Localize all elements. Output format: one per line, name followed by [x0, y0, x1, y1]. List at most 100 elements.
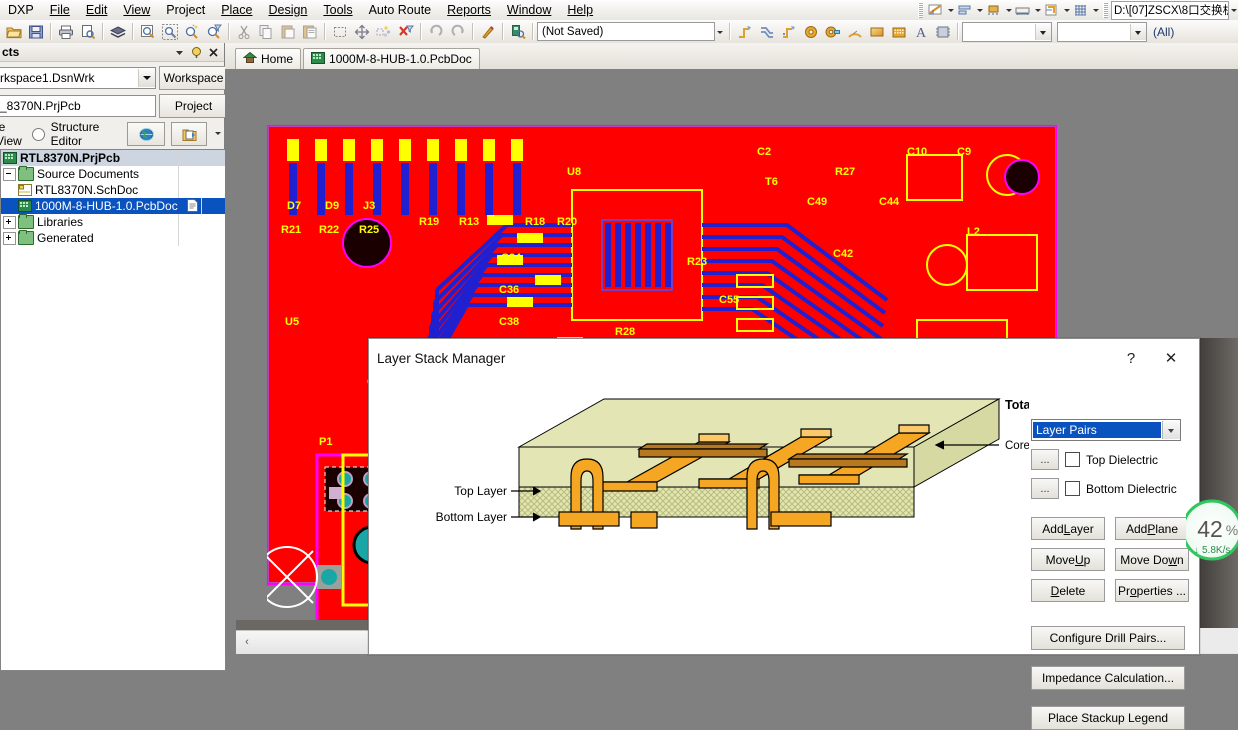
open-project-icon[interactable] — [171, 122, 207, 146]
structure-editor-label[interactable]: Structure Editor — [51, 120, 115, 148]
file-view-label[interactable]: le View — [0, 120, 26, 148]
tree-item-pcbdoc[interactable]: 1000M-8-HUB-1.0.PcbDoc — [1, 198, 225, 214]
expander-minus-icon[interactable] — [3, 167, 16, 181]
properties-button[interactable]: Pr o perties ... — [1115, 579, 1189, 602]
menu-item-help[interactable]: Help — [559, 1, 601, 19]
paste-special-icon[interactable] — [299, 21, 321, 42]
delete-button[interactable]: Delete — [1031, 579, 1105, 602]
menu-item-design[interactable]: Design — [260, 1, 315, 19]
component-body-icon[interactable] — [932, 21, 954, 42]
string-icon[interactable]: A — [910, 21, 932, 42]
route-multiple-icon[interactable] — [778, 21, 800, 42]
saved-state-field[interactable]: (Not Saved) — [537, 22, 715, 41]
deselect-icon[interactable] — [373, 21, 395, 42]
help-icon[interactable]: ? — [1121, 350, 1141, 367]
print-preview-icon[interactable] — [77, 21, 99, 42]
layers-icon[interactable] — [107, 21, 129, 42]
bottom-dielectric-checkbox[interactable] — [1065, 481, 1080, 496]
pin-icon[interactable] — [190, 46, 203, 59]
stack-mode-combo[interactable]: Layer Pairs — [1031, 419, 1181, 441]
arc-icon[interactable] — [844, 21, 866, 42]
board-shape-icon[interactable] — [1043, 2, 1061, 18]
menu-item-project[interactable]: Project — [158, 1, 213, 19]
align-dropdown-icon[interactable] — [975, 2, 984, 18]
tab-pcbdoc[interactable]: 1000M-8-HUB-1.0.PcbDoc — [303, 48, 480, 69]
undo-icon[interactable] — [425, 21, 447, 42]
tree-item-source-documents[interactable]: Source Documents — [1, 166, 225, 182]
align-icon[interactable] — [956, 2, 974, 18]
save-icon[interactable] — [25, 21, 47, 42]
menu-item-dxp[interactable]: DXP — [0, 1, 42, 19]
configure-drill-pairs-button[interactable]: Configure Drill Pairs... — [1031, 626, 1185, 650]
project-tree[interactable]: RTL8370N.PrjPcb Source Documents RTL8370… — [0, 149, 226, 306]
filter-combo-2-arrow-icon[interactable] — [1130, 23, 1146, 40]
measure-icon[interactable] — [927, 2, 945, 18]
pad-icon[interactable] — [800, 21, 822, 42]
tab-home[interactable]: Home — [235, 48, 302, 69]
toolbar-gripper-2[interactable] — [1103, 2, 1108, 18]
tree-item-project[interactable]: RTL8370N.PrjPcb — [1, 150, 225, 166]
open-project-dropdown-icon[interactable] — [213, 123, 224, 145]
component-icon[interactable] — [985, 2, 1003, 18]
menu-item-reports[interactable]: Reports — [439, 1, 499, 19]
measure-dropdown-icon[interactable] — [946, 2, 955, 18]
menu-item-auto-route[interactable]: Auto Route — [361, 1, 440, 19]
move-down-button[interactable]: Move Do w n — [1115, 548, 1189, 571]
polygon-pour-icon[interactable] — [888, 21, 910, 42]
add-plane-button[interactable]: Add Plane — [1115, 517, 1189, 540]
place-stackup-legend-button[interactable]: Place Stackup Legend — [1031, 706, 1185, 730]
chevron-down-icon[interactable] — [173, 46, 186, 59]
add-layer-button[interactable]: Add Layer — [1031, 517, 1105, 540]
top-dielectric-ellipsis-button[interactable]: ... — [1031, 449, 1059, 470]
grid-dropdown-icon[interactable] — [1091, 2, 1100, 18]
file-path-field[interactable]: D:\[07]ZSCX\8口交换机方案-RTLi — [1111, 0, 1229, 20]
print-icon[interactable] — [55, 21, 77, 42]
zoom-area-icon[interactable] — [137, 21, 159, 42]
dimension-dropdown-icon[interactable] — [1033, 2, 1042, 18]
impedance-calculation-button[interactable]: Impedance Calculation... — [1031, 666, 1185, 690]
filter-combo-1[interactable] — [962, 21, 1052, 42]
paste-icon[interactable] — [277, 21, 299, 42]
scroll-left-icon[interactable]: ‹ — [239, 634, 255, 650]
via-icon[interactable] — [822, 21, 844, 42]
structure-editor-radio[interactable] — [31, 127, 45, 141]
route-interactive-icon[interactable] — [734, 21, 756, 42]
project-button[interactable]: Project — [159, 94, 228, 118]
component-dropdown-icon[interactable] — [1004, 2, 1013, 18]
move-up-button[interactable]: Move Up — [1031, 548, 1105, 571]
cut-icon[interactable] — [233, 21, 255, 42]
clear-filter-icon[interactable] — [395, 21, 417, 42]
zoom-filter-icon[interactable] — [181, 21, 203, 42]
workspace-button[interactable]: Workspace — [159, 66, 228, 90]
tree-item-libraries[interactable]: Libraries — [1, 214, 225, 230]
expander-plus-icon[interactable] — [3, 215, 16, 229]
route-differential-icon[interactable] — [756, 21, 778, 42]
zoom-mask-icon[interactable] — [203, 21, 225, 42]
board-shape-dropdown-icon[interactable] — [1062, 2, 1071, 18]
menu-item-edit[interactable]: Edit — [78, 1, 116, 19]
top-dielectric-checkbox[interactable] — [1065, 452, 1080, 467]
project-combo[interactable]: _8370N.PrjPcb — [0, 95, 156, 117]
browse-icon[interactable] — [507, 21, 529, 42]
select-area-icon[interactable] — [329, 21, 351, 42]
menu-item-place[interactable]: Place — [213, 1, 260, 19]
bottom-dielectric-ellipsis-button[interactable]: ... — [1031, 478, 1059, 499]
close-icon[interactable] — [207, 46, 220, 59]
file-path-dropdown-icon[interactable] — [1229, 2, 1238, 18]
close-icon[interactable]: ✕ — [1161, 349, 1181, 367]
dimension-icon[interactable] — [1014, 2, 1032, 18]
filter-combo-2[interactable] — [1057, 21, 1147, 42]
workspace-dropdown-icon[interactable] — [138, 69, 155, 87]
menu-item-window[interactable]: Window — [499, 1, 559, 19]
menu-item-file[interactable]: File — [42, 1, 78, 19]
move-icon[interactable] — [351, 21, 373, 42]
network-speed-meter[interactable]: 42 % ↓ 5.8K/s — [1181, 497, 1238, 563]
workspace-combo[interactable]: rkspace1.DsnWrk — [0, 67, 156, 89]
layer-stack-manager-dialog[interactable]: Layer Stack Manager ? ✕ Top Layer Bottom… — [368, 338, 1200, 730]
menu-item-tools[interactable]: Tools — [315, 1, 360, 19]
expander-plus-icon[interactable] — [3, 231, 16, 245]
open-folder-icon[interactable] — [3, 21, 25, 42]
grid-icon[interactable] — [1072, 2, 1090, 18]
globe-icon[interactable] — [127, 122, 165, 146]
copy-icon[interactable] — [255, 21, 277, 42]
